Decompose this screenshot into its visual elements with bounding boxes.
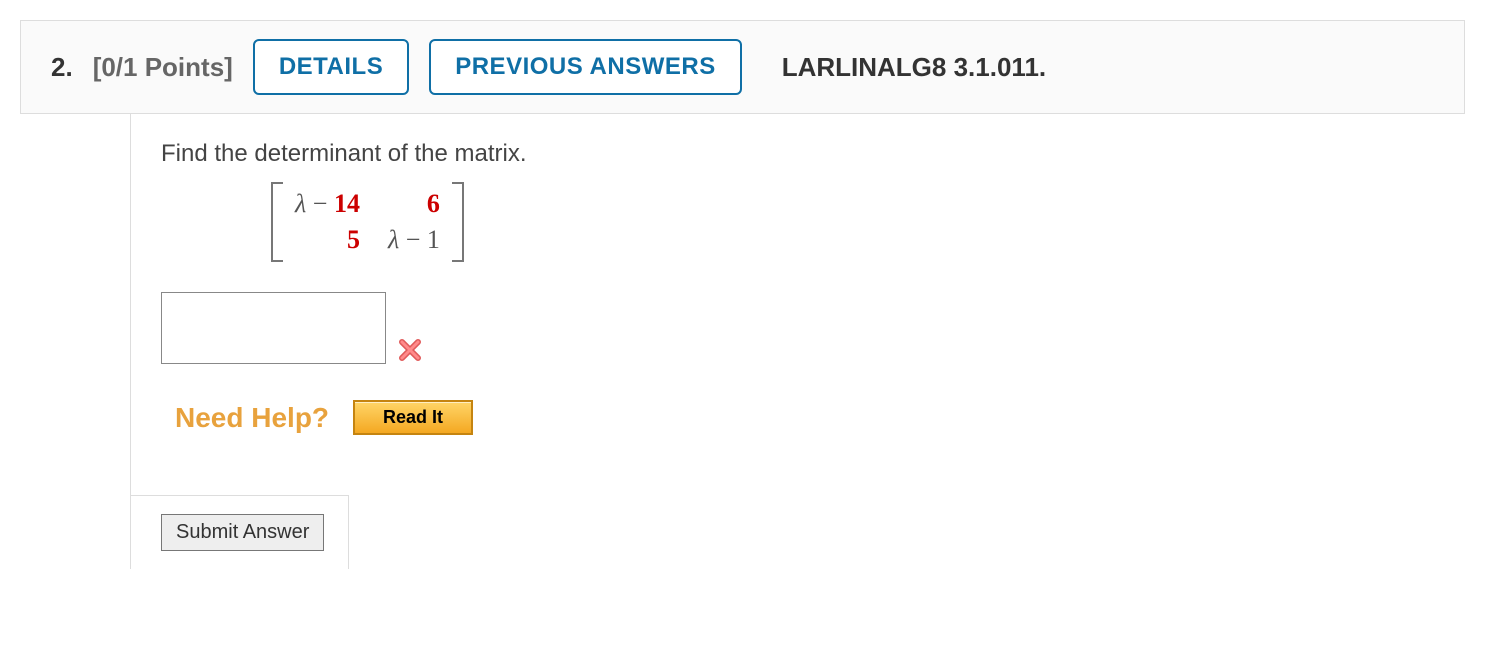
incorrect-icon [396,336,424,364]
matrix-cell-2-1: 5 [295,225,360,255]
need-help-label: Need Help? [175,402,329,434]
answer-row [161,292,1485,364]
question-body: Find the determinant of the matrix. λ − … [130,114,1485,569]
matrix-grid: λ − 14 6 5 λ − 1 [285,185,450,259]
submit-answer-button[interactable]: Submit Answer [161,514,324,551]
right-bracket-icon [450,182,464,262]
answer-input[interactable] [161,292,386,364]
submit-region: Submit Answer [131,495,349,569]
question-prompt: Find the determinant of the matrix. [161,140,1485,168]
assignment-id: LARLINALG8 3.1.011. [782,52,1046,83]
read-it-button[interactable]: Read It [353,400,473,435]
question-header: 2. [0/1 Points] DETAILS PREVIOUS ANSWERS… [20,20,1465,114]
question-number: 2. [51,52,73,83]
help-row: Need Help? Read It [175,400,1485,435]
matrix-cell-2-2: λ − 1 [388,225,440,255]
matrix-display: λ − 14 6 5 λ − 1 [271,182,464,262]
matrix-cell-1-2: 6 [388,189,440,219]
details-button[interactable]: DETAILS [253,39,409,95]
left-bracket-icon [271,182,285,262]
previous-answers-button[interactable]: PREVIOUS ANSWERS [429,39,741,95]
matrix-cell-1-1: λ − 14 [295,189,360,219]
points-display: [0/1 Points] [93,52,233,83]
